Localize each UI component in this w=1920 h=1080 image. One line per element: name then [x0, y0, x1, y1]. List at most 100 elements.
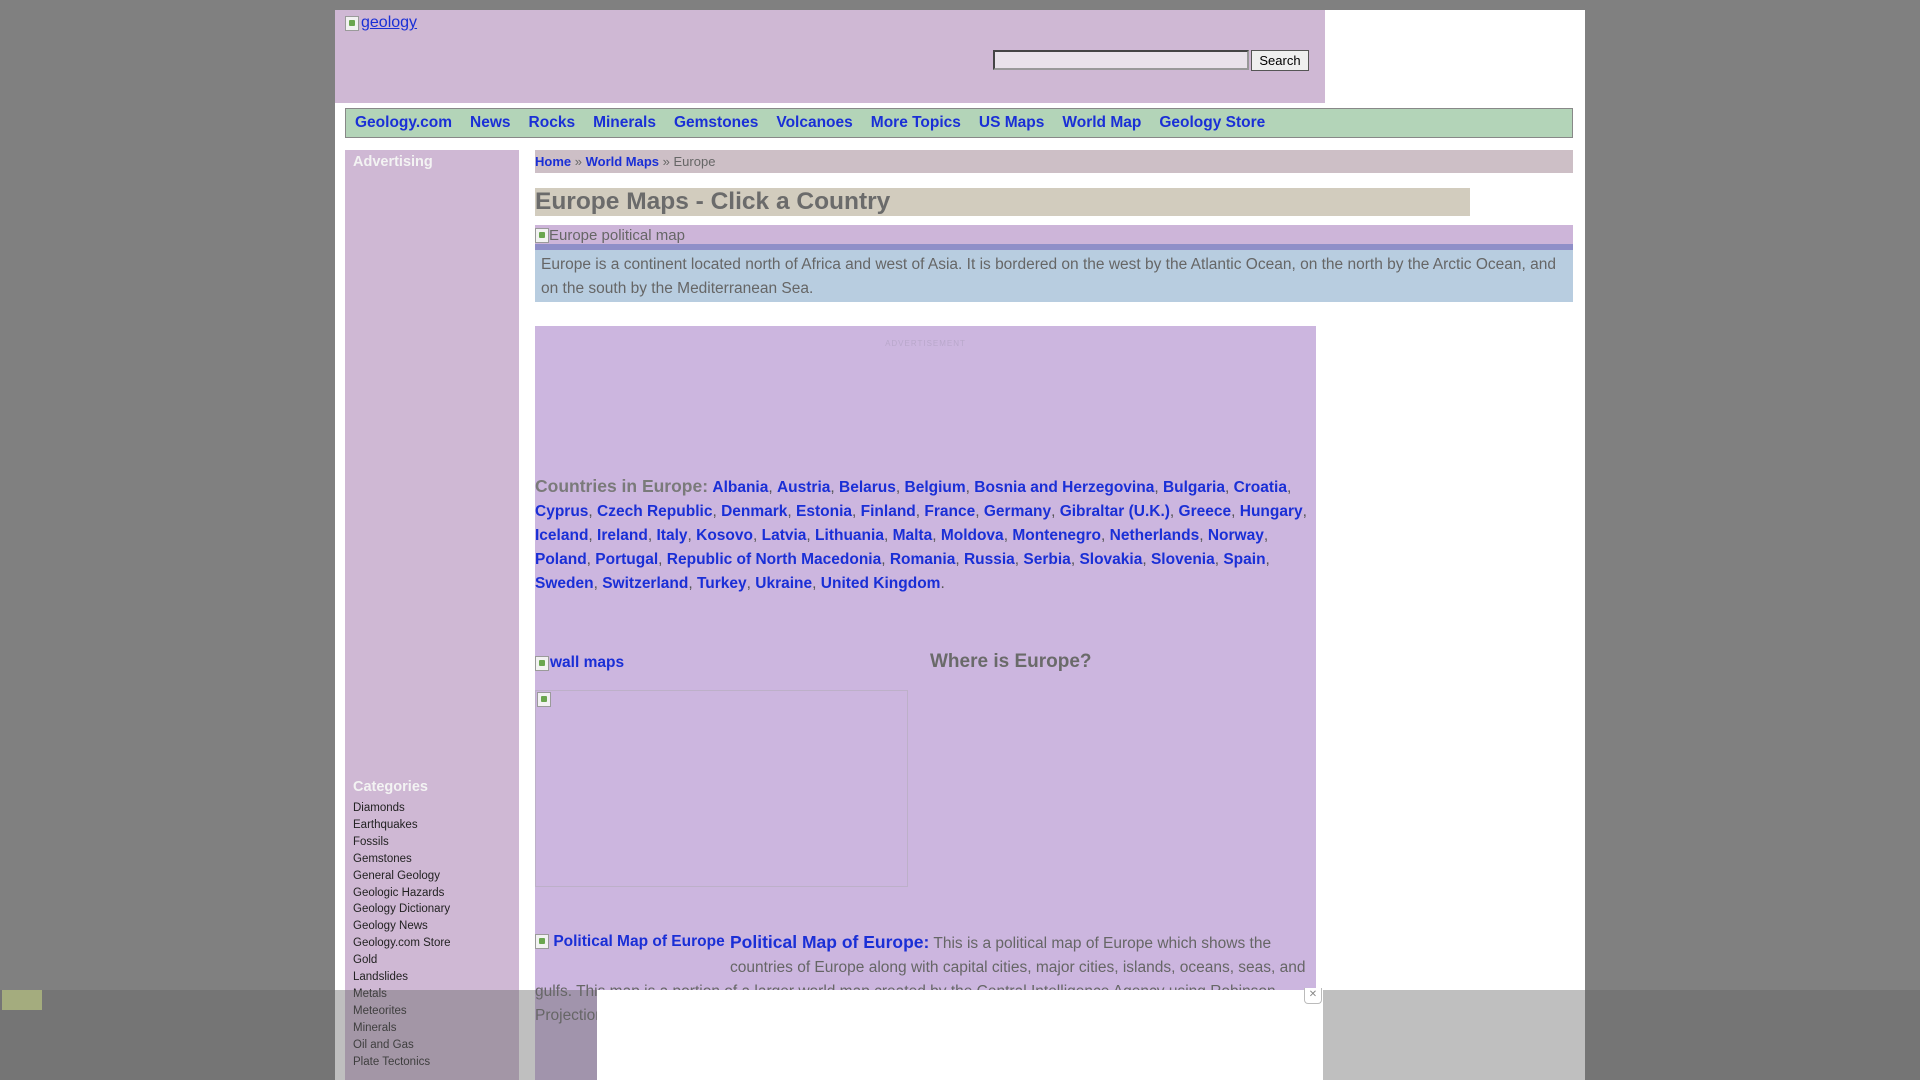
breadcrumb-separator: » [571, 154, 586, 169]
country-separator: , [1263, 527, 1269, 544]
country-link[interactable]: Albania [712, 479, 768, 496]
nav-news[interactable]: News [470, 114, 511, 132]
broken-image-icon [537, 692, 551, 707]
country-link[interactable]: Greece [1179, 503, 1232, 520]
country-link[interactable]: Slovenia [1151, 551, 1215, 568]
country-separator: , [965, 479, 970, 496]
category-link[interactable]: Diamonds [353, 800, 451, 817]
country-link[interactable]: Lithuania [815, 527, 884, 544]
country-link[interactable]: Belgium [905, 479, 966, 496]
country-separator: , [588, 527, 593, 544]
country-link[interactable]: Romania [890, 551, 955, 568]
political-map-image-link[interactable]: Political Map of Europe [535, 930, 725, 954]
logo-link[interactable]: geology [345, 14, 417, 32]
country-link[interactable]: Austria [777, 479, 830, 496]
country-separator: , [1231, 503, 1236, 520]
country-link[interactable]: Serbia [1023, 551, 1070, 568]
country-link[interactable]: Gibraltar (U.K.) [1060, 503, 1170, 520]
countries-list: Countries in Europe: Albania, Austria, B… [535, 474, 1316, 596]
country-link[interactable]: Denmark [721, 503, 787, 520]
breadcrumb-separator: » [659, 154, 674, 169]
country-link[interactable]: Slovakia [1079, 551, 1142, 568]
country-separator: , [830, 479, 835, 496]
category-link[interactable]: General Geology [353, 868, 451, 885]
search-input[interactable] [993, 50, 1249, 70]
country-link[interactable]: Croatia [1234, 479, 1287, 496]
breadcrumb-current: Europe [673, 154, 716, 169]
nav-geology-com[interactable]: Geology.com [355, 114, 452, 132]
country-link[interactable]: Bosnia and Herzegovina [974, 479, 1154, 496]
category-link[interactable]: Geology.com Store [353, 935, 451, 952]
country-link[interactable]: Cyprus [535, 503, 588, 520]
search-button[interactable]: Search [1251, 50, 1309, 71]
country-separator: , [768, 479, 773, 496]
country-link[interactable]: Latvia [762, 527, 807, 544]
country-link[interactable]: Switzerland [602, 575, 688, 592]
country-separator: , [588, 503, 593, 520]
country-link[interactable]: France [924, 503, 975, 520]
country-link[interactable]: Hungary [1240, 503, 1303, 520]
wall-map-image-box[interactable] [535, 690, 908, 887]
country-separator: , [787, 503, 792, 520]
country-link[interactable]: Germany [984, 503, 1051, 520]
category-link[interactable]: Landslides [353, 969, 451, 986]
country-link[interactable]: Sweden [535, 575, 594, 592]
country-separator: , [895, 479, 901, 496]
country-link[interactable]: Finland [861, 503, 916, 520]
country-link[interactable]: Norway [1208, 527, 1264, 544]
country-link[interactable]: United Kingdom [821, 575, 941, 592]
nav-gemstones[interactable]: Gemstones [674, 114, 758, 132]
category-link[interactable]: Geologic Hazards [353, 885, 451, 902]
country-separator: , [915, 503, 921, 520]
nav-rocks[interactable]: Rocks [529, 114, 576, 132]
political-map-title[interactable]: Political Map of Europe: [730, 932, 929, 952]
page-container: geology Search Geology.com News Rocks Mi… [335, 10, 1585, 1080]
country-link[interactable]: Russia [964, 551, 1015, 568]
nav-minerals[interactable]: Minerals [593, 114, 656, 132]
broken-image-icon [535, 934, 549, 950]
nav-volcanoes[interactable]: Volcanoes [776, 114, 852, 132]
country-link[interactable]: Belarus [839, 479, 896, 496]
breadcrumb-home[interactable]: Home [535, 154, 571, 169]
country-link[interactable]: Estonia [796, 503, 852, 520]
country-link[interactable]: Czech Republic [597, 503, 712, 520]
nav-more-topics[interactable]: More Topics [871, 114, 961, 132]
country-separator: , [1101, 527, 1106, 544]
country-link[interactable]: Poland [535, 551, 587, 568]
broken-image-icon [535, 655, 549, 671]
country-link[interactable]: Bulgaria [1163, 479, 1225, 496]
category-link[interactable]: Geology News [353, 918, 451, 935]
bottom-ad-slot[interactable] [597, 990, 1323, 1080]
category-link[interactable]: Earthquakes [353, 817, 451, 834]
nav-geology-store[interactable]: Geology Store [1159, 114, 1265, 132]
country-link[interactable]: Montenegro [1012, 527, 1101, 544]
nav-us-maps[interactable]: US Maps [979, 114, 1044, 132]
country-link[interactable]: Spain [1223, 551, 1265, 568]
country-link[interactable]: Iceland [535, 527, 588, 544]
country-link[interactable]: Portugal [595, 551, 658, 568]
overlay-tab[interactable] [2, 990, 42, 1010]
country-link[interactable]: Malta [893, 527, 933, 544]
country-separator: , [1265, 551, 1270, 568]
country-link[interactable]: Moldova [941, 527, 1004, 544]
country-link[interactable]: Kosovo [696, 527, 753, 544]
close-icon[interactable]: ✕ [1304, 988, 1322, 1004]
category-link[interactable]: Gold [353, 952, 451, 969]
category-link[interactable]: Gemstones [353, 851, 451, 868]
country-link[interactable]: Ukraine [755, 575, 812, 592]
broken-image-icon [345, 15, 359, 31]
wall-maps-link[interactable]: wall maps [535, 654, 624, 672]
country-link[interactable]: Netherlands [1110, 527, 1200, 544]
country-separator: , [586, 551, 591, 568]
country-link[interactable]: Republic of North Macedonia [667, 551, 881, 568]
country-separator: , [1051, 503, 1056, 520]
category-link[interactable]: Fossils [353, 834, 451, 851]
nav-world-map[interactable]: World Map [1062, 114, 1141, 132]
country-separator: , [593, 575, 598, 592]
category-link[interactable]: Geology Dictionary [353, 901, 451, 918]
europe-map-image[interactable]: Europe political map [535, 225, 1573, 245]
country-link[interactable]: Ireland [597, 527, 648, 544]
breadcrumb-world-maps[interactable]: World Maps [586, 154, 659, 169]
country-link[interactable]: Turkey [697, 575, 747, 592]
country-link[interactable]: Italy [657, 527, 688, 544]
